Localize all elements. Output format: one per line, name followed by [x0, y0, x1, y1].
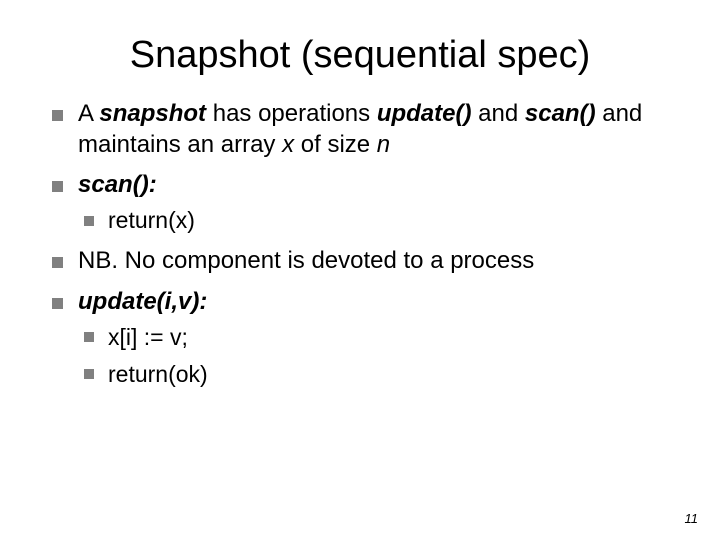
bullet-scan: scan(): return(x): [50, 170, 670, 236]
term-scan: scan(): [525, 100, 596, 127]
bullet-list: A snapshot has operations update() and s…: [50, 99, 670, 390]
update-assign: x[i] := v;: [78, 322, 670, 353]
var-x: x: [282, 131, 294, 158]
update-heading: update(i,v):: [78, 288, 207, 315]
bullet-nb: NB. No component is devoted to a process: [50, 246, 670, 277]
page-number: 11: [685, 511, 699, 526]
scan-body: return(x): [78, 205, 670, 236]
text: A: [78, 100, 99, 127]
var-n: n: [377, 131, 390, 158]
update-return: return(ok): [78, 359, 670, 390]
bullet-intro: A snapshot has operations update() and s…: [50, 99, 670, 160]
slide: Snapshot (sequential spec) A snapshot ha…: [0, 0, 720, 540]
text: return(x): [108, 207, 195, 233]
scan-return: return(x): [78, 205, 670, 236]
bullet-update: update(i,v): x[i] := v; return(ok): [50, 287, 670, 390]
text: of size: [294, 131, 377, 158]
term-snapshot: snapshot: [99, 100, 206, 127]
text: x[i] := v;: [108, 324, 188, 350]
text: return(ok): [108, 361, 208, 387]
scan-heading: scan():: [78, 171, 157, 198]
text: has operations: [206, 100, 377, 127]
text: NB. No component is devoted to a process: [78, 247, 534, 274]
slide-title: Snapshot (sequential spec): [50, 34, 670, 77]
text: and: [471, 100, 524, 127]
term-update: update(): [377, 100, 472, 127]
update-body: x[i] := v; return(ok): [78, 322, 670, 390]
